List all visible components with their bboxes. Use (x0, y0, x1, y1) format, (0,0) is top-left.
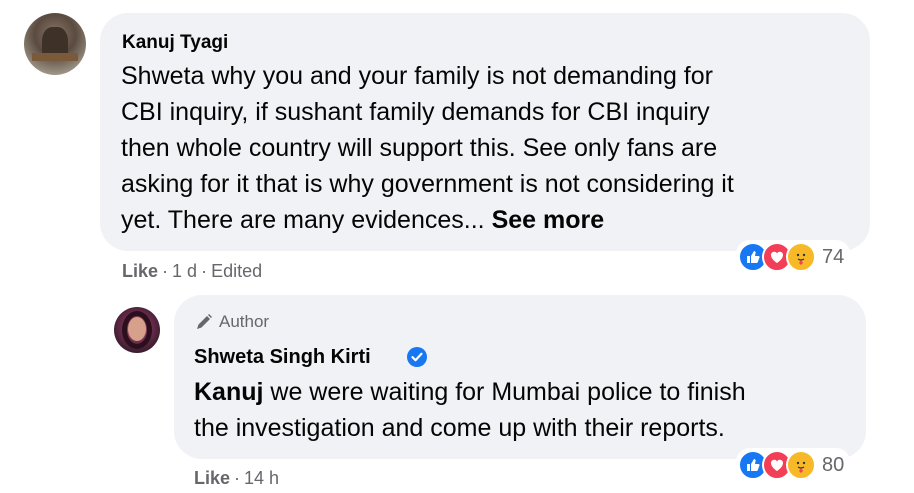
reply-text-rest: we were waiting for Mumbai police to fin… (263, 378, 746, 406)
comment-text-line: asking for it that is why government is … (121, 170, 734, 198)
reply-text: Kanuj we were waiting for Mumbai police … (194, 374, 854, 446)
comment-time[interactable]: 1 d (172, 261, 197, 282)
mention-link[interactable]: Kanuj (194, 378, 263, 406)
edited-label: Edited (211, 261, 263, 281)
reactions-summary[interactable]: 80 (736, 448, 851, 482)
reply-meta: Like · 14 h (194, 468, 279, 489)
commenter-avatar[interactable] (24, 13, 86, 75)
comment-author-name[interactable]: Kanuj Tyagi (122, 32, 228, 54)
reply-text-line: the investigation and come up with their… (194, 414, 725, 442)
comment-text-line: CBI inquiry, if sushant family demands f… (121, 98, 710, 126)
reply-time[interactable]: 14 h (244, 468, 279, 489)
avatar-hair (122, 311, 152, 349)
author-badge: Author (194, 312, 269, 332)
pen-icon (197, 314, 212, 329)
reply-author-avatar[interactable] (114, 307, 160, 353)
comment-text: Shweta why you and your family is not de… (121, 58, 851, 238)
separator: · (234, 468, 241, 488)
like-button[interactable]: Like (194, 468, 230, 489)
care-icon (786, 242, 816, 272)
care-icon (786, 450, 816, 480)
see-more-link[interactable]: See more (492, 206, 605, 234)
verified-badge-icon (407, 347, 427, 367)
comment-text-last: yet. There are many evidences... (121, 206, 492, 234)
separator: · (201, 261, 208, 281)
separator: · (162, 261, 169, 281)
comment-text-line: then whole country will support this. Se… (121, 134, 718, 162)
reaction-count: 74 (822, 245, 845, 268)
reply-author-name[interactable]: Shweta Singh Kirti (194, 346, 371, 369)
like-button[interactable]: Like (122, 261, 158, 282)
comment-meta: Like · 1 d · Edited (122, 261, 262, 282)
reply-text-line: Kanuj we were waiting for Mumbai police … (194, 374, 854, 410)
comment-text-line: yet. There are many evidences... See mor… (121, 202, 851, 238)
avatar-stand (32, 53, 78, 61)
comment-text-line: Shweta why you and your family is not de… (121, 62, 713, 90)
reaction-count: 80 (822, 453, 845, 476)
author-badge-label: Author (219, 312, 270, 331)
reactions-summary[interactable]: 74 (736, 240, 851, 274)
